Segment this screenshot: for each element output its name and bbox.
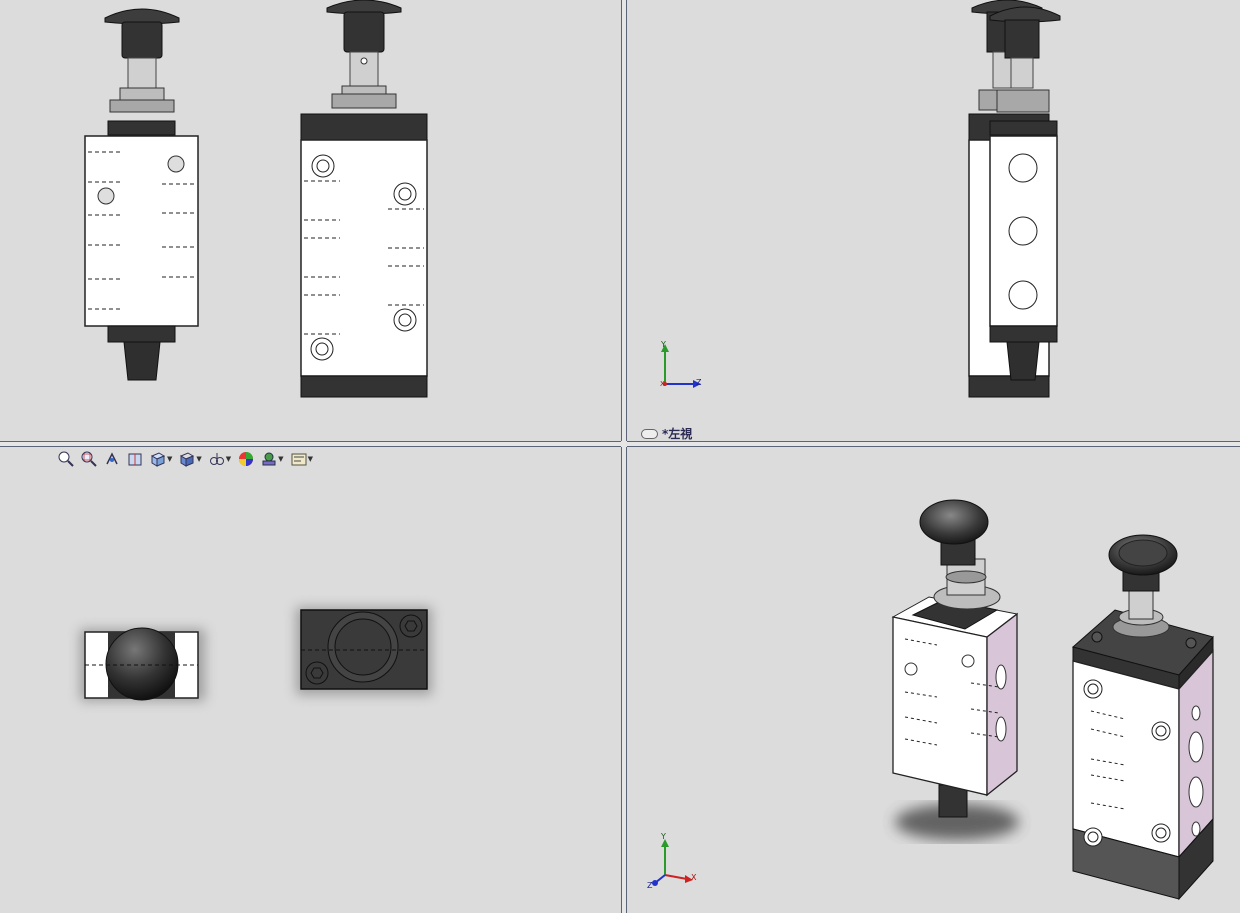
valve-right-front [300, 0, 428, 398]
heads-up-view-toolbar: ▼ ▼ ▼ ▼ ▼ [56, 450, 315, 468]
view-name-label: *左視 [641, 425, 692, 441]
axis-y-label: Y [661, 340, 666, 349]
isometric-view-graphics [652, 499, 1214, 901]
valves-side-view [968, 0, 1061, 398]
valve-left-iso [891, 499, 1019, 840]
left-view-graphics [661, 0, 1061, 398]
view-name-text: *左視 [662, 427, 693, 441]
valve-right-top [296, 607, 432, 695]
hide-show-items-dropdown[interactable]: ▼ [226, 455, 231, 463]
front-viewport[interactable] [0, 0, 621, 441]
view-orientation-icon[interactable] [148, 450, 168, 468]
view-settings-dropdown[interactable]: ▼ [308, 455, 313, 463]
previous-view-icon[interactable] [102, 450, 122, 468]
valve-right-iso [1071, 534, 1214, 901]
display-style-icon[interactable] [177, 450, 197, 468]
coordinate-triad-iso [652, 839, 693, 886]
axis-x-label: X [660, 380, 665, 388]
edit-appearance-icon[interactable] [236, 450, 256, 468]
isometric-viewport[interactable]: Y X Z [627, 447, 1240, 913]
apply-scene-icon[interactable] [259, 450, 279, 468]
view-settings-icon[interactable] [289, 450, 309, 468]
link-views-icon[interactable] [641, 428, 658, 439]
apply-scene-dropdown[interactable]: ▼ [278, 455, 283, 463]
hide-show-items-icon[interactable] [207, 450, 227, 468]
view-orientation-dropdown[interactable]: ▼ [167, 455, 172, 463]
iso-axis-z-label: Z [647, 881, 653, 890]
valve-left-top [80, 627, 205, 701]
top-viewport[interactable] [0, 447, 621, 913]
front-view-graphics [84, 0, 428, 398]
zoom-to-area-icon[interactable] [79, 450, 99, 468]
section-view-icon[interactable] [125, 450, 145, 468]
display-style-dropdown[interactable]: ▼ [196, 455, 201, 463]
axis-z-label: Z [696, 378, 702, 387]
coordinate-triad [661, 344, 701, 388]
left-viewport[interactable]: Y Z X *左視 [627, 0, 1240, 441]
zoom-to-fit-icon[interactable] [56, 450, 76, 468]
valve-left-front [84, 8, 199, 381]
iso-axis-y-label: Y [661, 832, 666, 841]
iso-axis-x-label: X [691, 873, 697, 882]
top-view-graphics [80, 607, 432, 701]
